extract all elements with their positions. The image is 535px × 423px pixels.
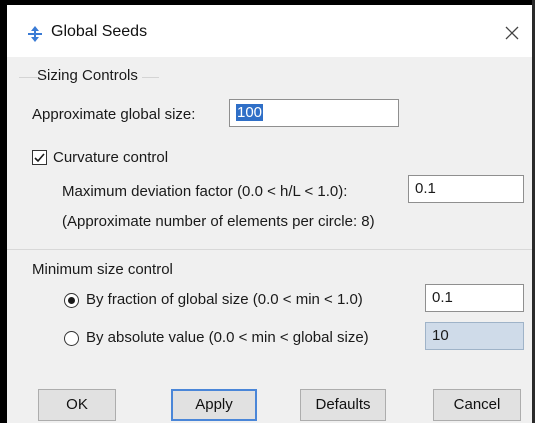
- seed-mesh-icon: [28, 26, 42, 42]
- by-fraction-radio[interactable]: [64, 293, 79, 308]
- by-absolute-value: 10: [432, 327, 449, 344]
- checkmark-icon: [34, 153, 45, 163]
- ok-button[interactable]: OK: [38, 389, 116, 421]
- max-deviation-factor-input[interactable]: 0.1: [408, 175, 524, 203]
- by-fraction-label: By fraction of global size (0.0 < min < …: [86, 291, 363, 308]
- by-fraction-input[interactable]: 0.1: [425, 284, 524, 312]
- curvature-control-label: Curvature control: [53, 149, 169, 166]
- cancel-button[interactable]: Cancel: [433, 389, 521, 421]
- by-absolute-label: By absolute value (0.0 < min < global si…: [86, 329, 369, 346]
- approximate-global-size-label: Approximate global size:: [32, 106, 196, 123]
- max-deviation-factor-label: Maximum deviation factor (0.0 < h/L < 1.…: [62, 183, 348, 200]
- minimum-size-control-heading: Minimum size control: [32, 261, 173, 278]
- max-deviation-factor-value: 0.1: [415, 180, 436, 197]
- by-fraction-value: 0.1: [432, 289, 453, 306]
- global-seeds-dialog: Global Seeds Sizing Controls Approximate…: [7, 5, 532, 423]
- by-absolute-radio[interactable]: [64, 331, 79, 346]
- approximate-global-size-value: 100: [236, 104, 264, 121]
- close-icon[interactable]: [499, 20, 525, 46]
- approximate-global-size-input[interactable]: 100: [229, 99, 399, 127]
- sizing-controls-heading: Sizing Controls: [37, 67, 142, 84]
- radio-selected-dot: [68, 297, 75, 304]
- window-frame-left: [0, 0, 7, 423]
- title-bar: Global Seeds: [7, 5, 532, 57]
- by-absolute-input[interactable]: 10: [425, 322, 524, 350]
- apply-button[interactable]: Apply: [171, 389, 257, 421]
- window-title: Global Seeds: [51, 23, 148, 40]
- defaults-button[interactable]: Defaults: [300, 389, 386, 421]
- approx-elements-note: (Approximate number of elements per circ…: [62, 213, 375, 230]
- section-divider: [7, 249, 532, 250]
- curvature-control-checkbox[interactable]: [32, 150, 47, 165]
